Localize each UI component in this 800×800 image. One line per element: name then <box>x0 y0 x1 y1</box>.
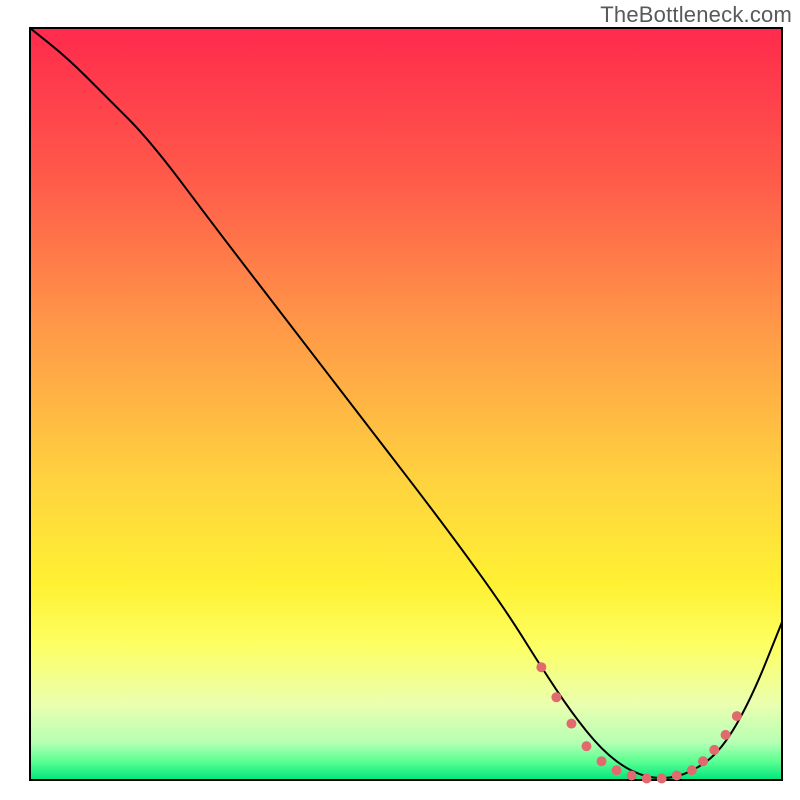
optimal-dot <box>612 765 622 775</box>
optimal-dot <box>642 773 652 783</box>
optimal-dot <box>627 770 637 780</box>
optimal-dot <box>566 719 576 729</box>
optimal-dot <box>732 711 742 721</box>
bottleneck-chart <box>0 0 800 800</box>
optimal-dot <box>721 730 731 740</box>
watermark-text: TheBottleneck.com <box>600 2 792 28</box>
optimal-dot <box>698 756 708 766</box>
optimal-dot <box>657 773 667 783</box>
optimal-dot <box>551 692 561 702</box>
optimal-dot <box>687 765 697 775</box>
chart-background <box>30 28 782 780</box>
optimal-dot <box>709 745 719 755</box>
optimal-dot <box>581 741 591 751</box>
optimal-dot <box>597 756 607 766</box>
optimal-dot <box>536 662 546 672</box>
optimal-dot <box>672 770 682 780</box>
